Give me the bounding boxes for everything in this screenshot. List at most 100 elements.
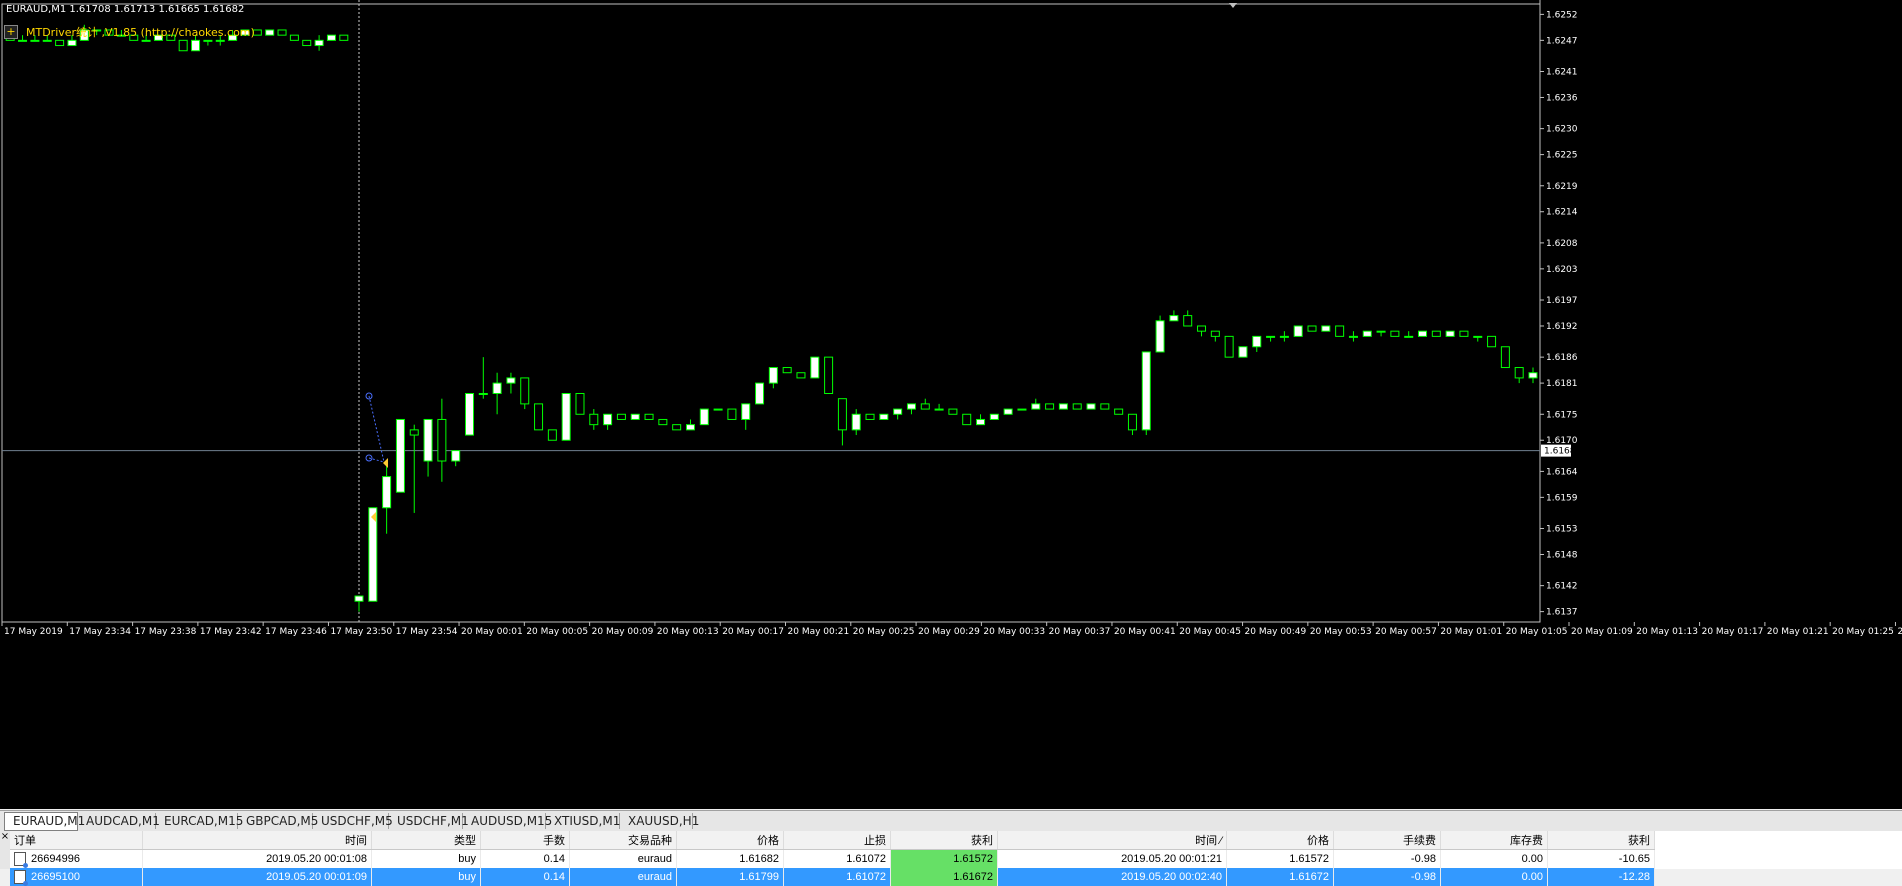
candle-body [865,413,875,420]
cell-open-time: 2019.05.20 00:01:09 [142,868,372,886]
candle-body [1514,367,1524,379]
candlestick-chart[interactable]: 1.6252 1.6247 1.6241 1.6236 1.6230 1.6225 1.62… [0,0,1902,809]
candle-body [1197,325,1207,332]
column-header-swap[interactable]: 库存费 [1440,831,1548,850]
candle-body [464,392,474,436]
column-header-open-price[interactable]: 价格 [676,831,784,850]
candle-body [547,429,557,441]
tab-usdchf-m1[interactable]: USDCHF,M1 [389,813,469,829]
time-tick-label: 20 May 00:33 [983,627,1045,637]
candle-body [1183,315,1193,327]
candle-body [658,418,668,426]
tab-audusd-m15[interactable]: AUDUSD,M15 [463,813,552,829]
price-tick-label: 1.6252 [1546,10,1578,20]
cell-order: 26694996 [10,849,143,868]
time-tick-label: 20 May 00:41 [1114,627,1176,637]
tab-usdchf-m5[interactable]: USDCHF,M5 [313,813,393,829]
candle-body [314,39,324,47]
close-icon[interactable]: × [0,831,10,869]
candle-body [55,39,65,47]
cell-stop-loss: 1.61072 [783,849,891,868]
time-tick-label: 20 May 00:17 [722,627,784,637]
order-number: 26695100 [31,870,80,883]
time-tick-label: 17 May 23:42 [200,627,262,637]
cell-stop-loss: 1.61072 [783,868,891,886]
price-tick-label: 1.6159 [1546,493,1578,503]
column-header-take-profit[interactable]: 获利 [890,831,998,850]
price-tick-label: 1.6219 [1546,182,1578,192]
column-header-stop-loss[interactable]: 止损 [783,831,891,850]
cell-type: buy [371,868,481,886]
plot-border [1,3,1541,623]
candle-body [534,403,544,431]
candle-body [354,595,364,602]
candle-body [1210,330,1220,337]
tab-xauusd-h1[interactable]: XAUUSD,H1 [620,813,699,829]
candle-body [368,507,378,602]
tab-audcad-m1[interactable]: AUDCAD,M1 [78,813,160,829]
column-header-lots[interactable]: 手数 [480,831,570,850]
time-tick-label: 20 May 00:37 [1049,627,1111,637]
cell-open-price: 1.61799 [676,868,784,886]
bid-price-label: 1.6168 [1544,447,1576,457]
terminal-panel: × 订单 时间 类型 手数 交易品种 价格 止损 获利 时间 ⁄ 价格 手续费 库存费 获利 26694… [0,831,1902,886]
chart-area[interactable]: 1.6252 1.6247 1.6241 1.6236 1.6230 1.6225 1.62… [0,0,1902,809]
cell-open-price: 1.61682 [676,849,784,868]
price-tick-label: 1.6137 [1546,608,1578,618]
cell-take-profit: 1.61572 [890,849,998,868]
candle-body [395,418,405,493]
column-header-profit[interactable]: 获利 [1547,831,1655,850]
candle-body [437,418,447,462]
candle-body [782,367,792,374]
time-tick-label: 17 May 23:38 [135,627,197,637]
tab-eurcad-m15[interactable]: EURCAD,M15 [156,813,243,829]
column-header-symbol[interactable]: 交易品种 [569,831,677,850]
candle-body [1141,351,1151,431]
price-tick-label: 1.6142 [1546,582,1578,592]
column-header-close-price[interactable]: 价格 [1226,831,1334,850]
price-tick-label: 1.6225 [1546,151,1578,161]
candle-body [989,413,999,420]
candle-body [575,392,585,415]
column-header-open-time[interactable]: 时间 [142,831,372,850]
table-row[interactable]: 26695100 2019.05.20 00:01:09 buy 0.14 euraud… [10,868,1655,886]
time-tick-label: 20 May 00:25 [853,627,915,637]
column-header-order[interactable]: 订单 [10,831,143,850]
tab-gbpcad-m5[interactable]: GBPCAD,M5 [238,813,318,829]
candle-body [589,413,599,426]
candle-body [1279,335,1289,338]
time-tick-label: 17 May 23:50 [330,627,392,637]
chart-shift-marker[interactable] [1229,3,1237,8]
price-tick-label: 1.6181 [1546,379,1578,389]
table-row[interactable]: 26694996 2019.05.20 00:01:08 buy 0.14 euraud… [10,849,1655,868]
candle-body [506,377,516,384]
column-header-close-time[interactable]: 时间 ⁄ [997,831,1227,850]
candle-body [1376,330,1386,333]
candle-body [851,413,861,431]
candle-body [18,39,28,42]
candle-body [1072,403,1082,410]
cell-type: buy [371,849,481,868]
time-tick-label: 20 May 00:45 [1179,627,1241,637]
candle-body [1362,330,1372,337]
plus-icon[interactable]: + [4,25,18,39]
time-tick-label: 20 May 00:49 [1245,627,1307,637]
cell-commission: -0.98 [1333,849,1441,868]
indicator-label[interactable]: + MTDriver统计 ,V1.85 (http://chaokes.com) [4,24,255,40]
time-tick-label: 17 May 23:34 [69,627,131,637]
candle-body [1017,408,1027,411]
candle-body [1321,325,1331,332]
tab-xtiusd-m1[interactable]: XTIUSD,M1 [546,813,620,829]
column-header-commission[interactable]: 手续费 [1333,831,1441,850]
candle-body [1293,325,1303,337]
candle-body [1487,335,1497,348]
price-tick-label: 1.6214 [1546,208,1578,218]
time-tick-label: 20 May 00:09 [592,627,654,637]
candle-body [1307,325,1317,332]
tab-euraud-m1[interactable]: EURAUD,M1 [4,812,85,831]
order-document-icon [14,870,28,886]
candle-body [824,356,834,394]
column-header-type[interactable]: 类型 [371,831,481,850]
candle-body [644,413,654,420]
time-tick-label: 20 May 01:17 [1702,627,1764,637]
